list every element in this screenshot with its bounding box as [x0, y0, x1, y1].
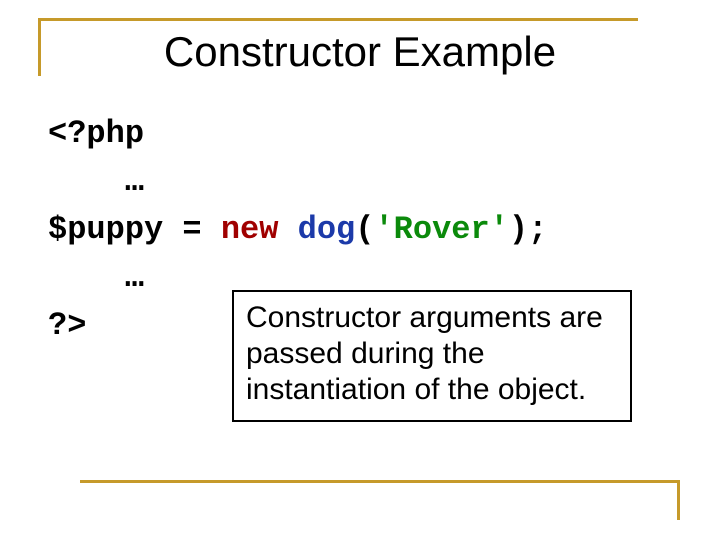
code-ellipsis-2: … [48, 259, 144, 296]
frame-bottom-line [80, 480, 680, 483]
slide: Constructor Example <?php … $puppy = new… [0, 0, 720, 540]
code-var: $puppy [48, 211, 163, 248]
frame-top-line [38, 18, 638, 21]
code-paren-close: ); [509, 211, 547, 248]
callout-box: Constructor arguments are passed during … [232, 290, 632, 422]
frame-right-tick [677, 480, 680, 520]
callout-text: Constructor arguments are passed during … [246, 300, 618, 408]
code-eq: = [163, 211, 221, 248]
php-open-tag: <?php [48, 115, 144, 152]
code-paren-open: ( [355, 211, 374, 248]
slide-title: Constructor Example [0, 28, 720, 76]
code-keyword-new: new [221, 211, 279, 248]
code-string-arg: 'Rover' [374, 211, 508, 248]
code-space [278, 211, 297, 248]
php-close-tag: ?> [48, 307, 86, 344]
code-function-dog: dog [298, 211, 356, 248]
code-ellipsis-1: … [48, 163, 144, 200]
